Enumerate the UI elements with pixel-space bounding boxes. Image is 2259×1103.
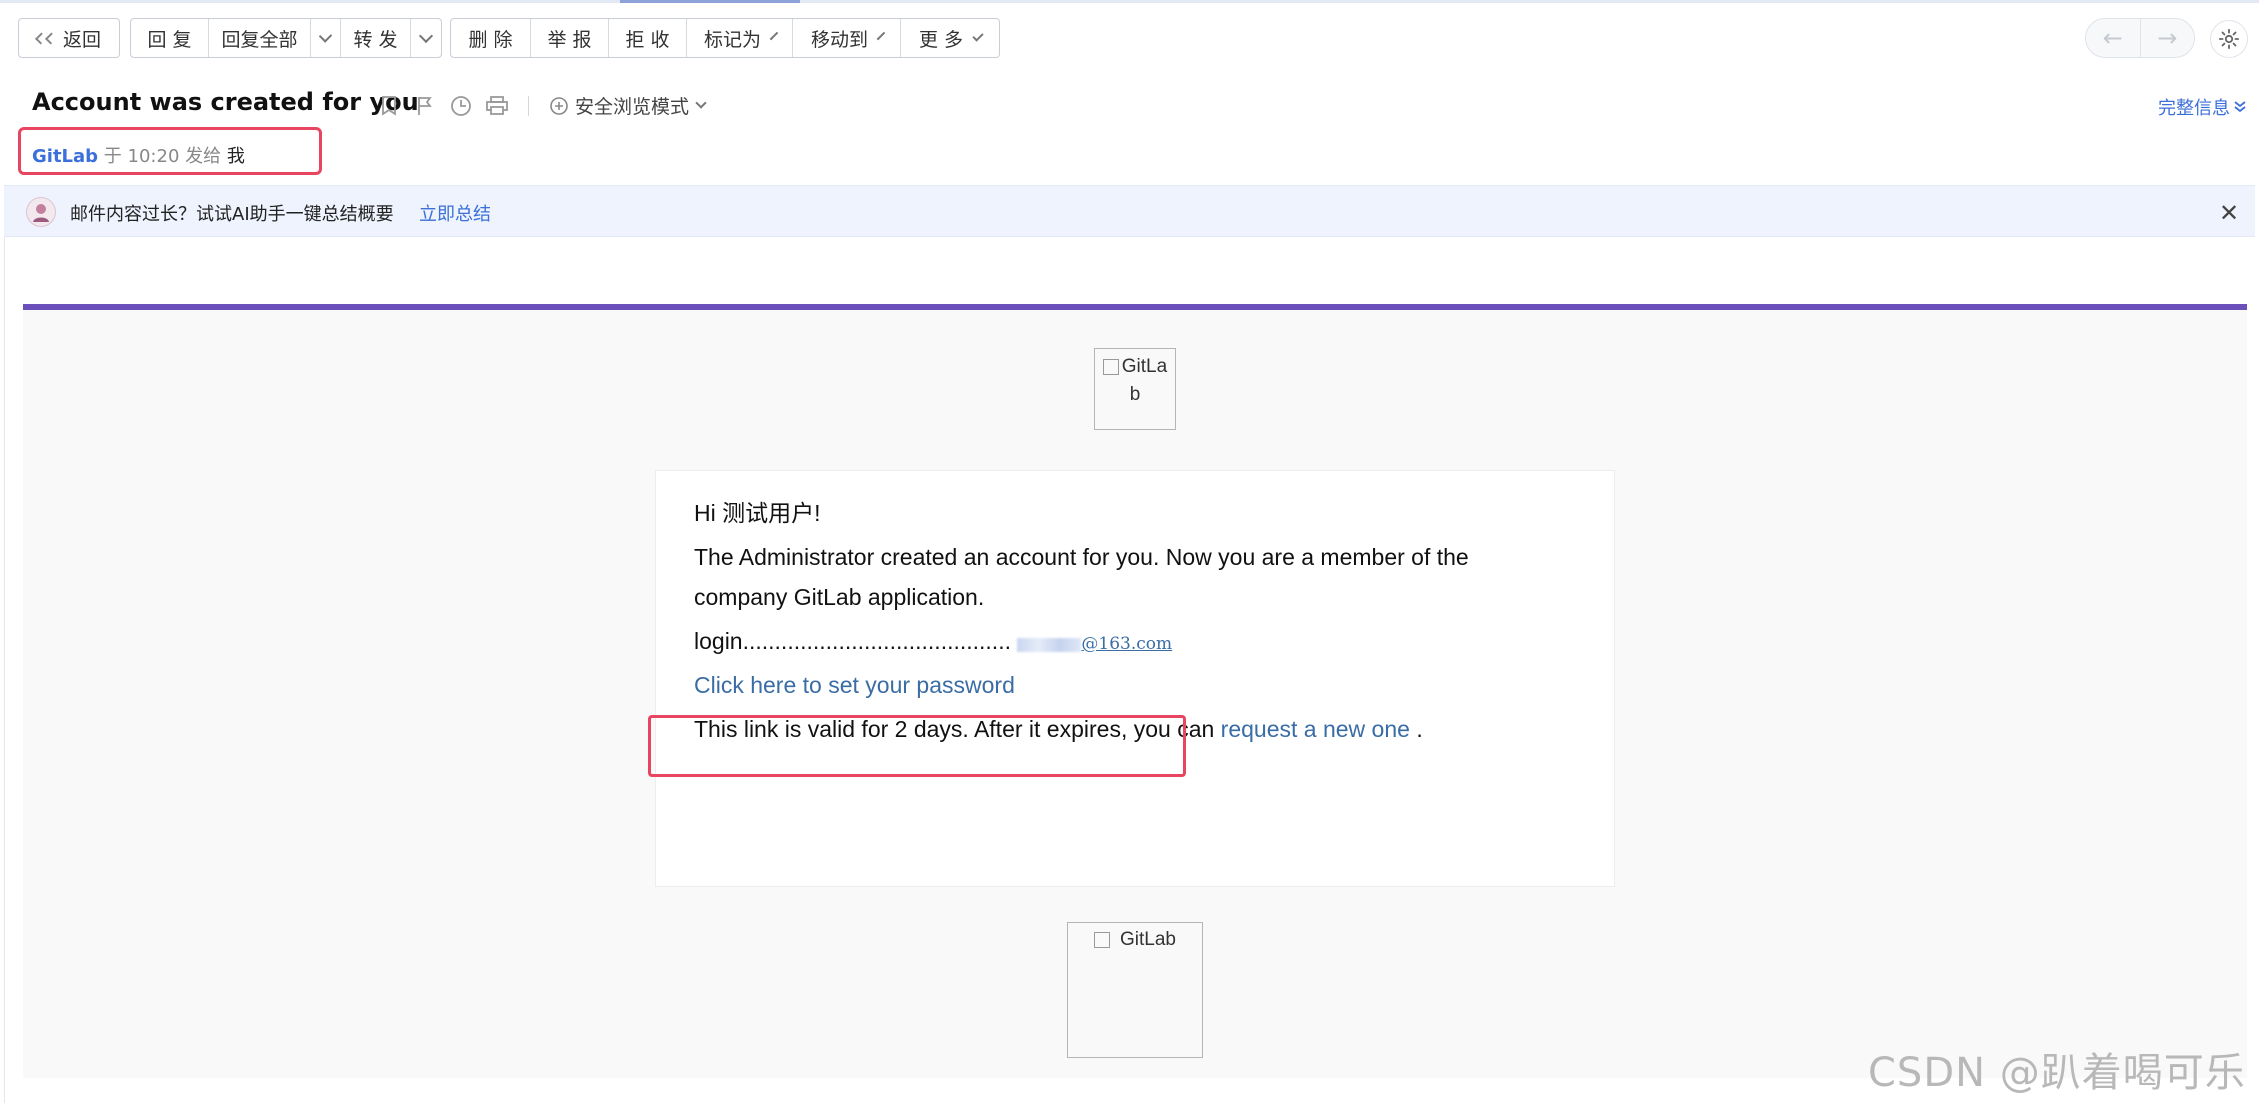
gear-icon [2218, 28, 2240, 50]
chevron-down-icon [418, 28, 434, 43]
mail-nav-arrows: ← → [2085, 18, 2195, 58]
chevron-down-icon [318, 28, 333, 43]
set-password-link[interactable]: Click here to set your password [694, 665, 1015, 705]
chevron-down-icon [972, 29, 984, 42]
move-to-label: 移动到 [811, 28, 869, 51]
subject-actions: 安全浏览模式 [378, 92, 707, 119]
reply-group: 回 复 回复全部 转 发 [130, 18, 442, 58]
gitlab-header-bar [23, 304, 2247, 310]
flag-icon[interactable] [414, 95, 436, 117]
report-button[interactable]: 举 报 [531, 19, 609, 57]
chevron-down-icon [695, 97, 707, 109]
forward-button[interactable]: 转 发 [341, 19, 411, 57]
reply-button[interactable]: 回 复 [131, 19, 209, 57]
login-email-link[interactable]: @163.com [1017, 634, 1172, 654]
ai-banner-text: 邮件内容过长？试试AI助手一键总结概要 [70, 204, 394, 225]
more-button[interactable]: 更 多 [901, 19, 999, 57]
logo-alt-text: GitLa b [1121, 356, 1168, 405]
summarize-now-link[interactable]: 立即总结 [419, 200, 491, 226]
chevron-down-icon [876, 31, 886, 40]
delete-button[interactable]: 删 除 [451, 19, 531, 57]
action-group: 删 除 举 报 拒 收 标记为 移动到 更 多 [450, 18, 1000, 58]
redacted-email-user [1017, 637, 1082, 652]
greeting: Hi 测试用户! [694, 500, 821, 526]
more-label: 更 多 [919, 28, 964, 51]
validity-end: . [1416, 716, 1423, 742]
body-line-2: company GitLab application. [694, 584, 985, 610]
broken-image-icon [1102, 358, 1119, 375]
full-info-link[interactable]: 完整信息 [2158, 94, 2246, 120]
recipient[interactable]: 我 [227, 146, 245, 167]
chevron-down-icon [769, 31, 779, 40]
prev-mail-arrow-icon[interactable]: ← [2086, 19, 2141, 57]
login-label: login...................................… [694, 628, 1011, 654]
sender-name[interactable]: GitLab [32, 146, 98, 167]
gitlab-logo-broken-image: GitLa b [1094, 348, 1176, 430]
clock-icon[interactable] [450, 95, 472, 117]
request-new-link[interactable]: request a new one [1221, 716, 1410, 742]
close-icon[interactable]: ✕ [2219, 199, 2239, 227]
gitlab-footer-logo-broken-image: GitLab [1067, 922, 1203, 1058]
back-button[interactable]: 返回 [19, 19, 119, 57]
move-to-button[interactable]: 移动到 [793, 19, 901, 57]
divider [528, 95, 529, 116]
reject-button[interactable]: 拒 收 [609, 19, 687, 57]
safe-browse-mode-toggle[interactable]: 安全浏览模式 [549, 92, 707, 119]
broken-image-icon [1094, 931, 1110, 948]
window-top-line [0, 0, 2259, 3]
sender-line: GitLab 于 10:20 发给 我 [32, 142, 245, 168]
email-body: GitLa b Hi 测试用户! The Administrator creat… [23, 304, 2247, 1078]
full-info-label: 完整信息 [2158, 98, 2230, 119]
back-label: 返回 [62, 28, 101, 51]
login-email-domain: @163.com [1081, 634, 1173, 654]
mark-as-button[interactable]: 标记为 [687, 19, 793, 57]
double-chevron-down-icon [2234, 101, 2246, 113]
body-line-1: The Administrator created an account for… [694, 544, 1469, 570]
forward-dropdown[interactable] [411, 19, 441, 57]
bookmark-icon[interactable] [378, 95, 400, 117]
safe-browse-label: 安全浏览模式 [575, 96, 690, 118]
reply-all-button[interactable]: 回复全部 [209, 19, 311, 57]
ai-summary-banner: 邮件内容过长？试试AI助手一键总结概要 立即总结 ✕ [4, 185, 2255, 237]
back-group: 返回 [18, 18, 120, 58]
next-mail-arrow-icon[interactable]: → [2141, 19, 2195, 57]
login-line: login...................................… [694, 621, 1172, 664]
print-icon[interactable] [486, 95, 508, 117]
email-card: Hi 测试用户! The Administrator created an ac… [655, 470, 1615, 887]
ai-assistant-avatar [26, 197, 56, 227]
send-time: 于 10:20 发给 [103, 146, 222, 167]
password-link-highlight-box [648, 715, 1186, 777]
back-chevron-icon-2 [44, 31, 57, 45]
content-left-border [4, 237, 5, 1103]
reply-all-dropdown[interactable] [311, 19, 341, 57]
mail-subject: Account was created for you [32, 88, 419, 116]
csdn-watermark: CSDN @趴着喝可乐 [1868, 1050, 2246, 1096]
settings-button[interactable] [2210, 20, 2248, 58]
footer-logo-alt-text: GitLab [1120, 929, 1176, 950]
mark-as-label: 标记为 [704, 28, 762, 51]
shield-plus-icon [550, 96, 568, 115]
